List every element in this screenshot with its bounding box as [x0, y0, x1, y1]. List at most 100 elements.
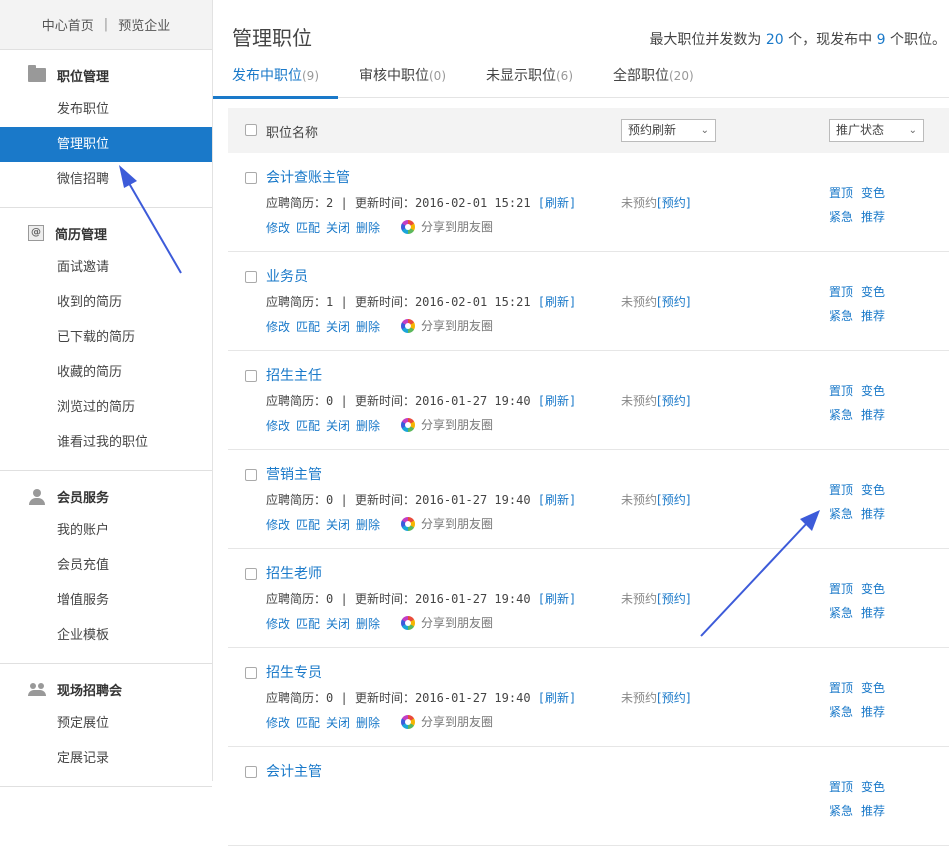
highlight-color-link[interactable]: 变色	[861, 582, 885, 596]
edit-link[interactable]: 修改	[266, 419, 290, 433]
highlight-color-link[interactable]: 变色	[861, 780, 885, 794]
recommend-link[interactable]: 推荐	[861, 804, 885, 818]
delete-link[interactable]: 删除	[356, 716, 380, 730]
close-link[interactable]: 关闭	[326, 320, 350, 334]
schedule-link[interactable]: [预约]	[657, 295, 690, 309]
urgent-link[interactable]: 紧急	[829, 804, 853, 818]
schedule-link[interactable]: [预约]	[657, 691, 690, 705]
recommend-link[interactable]: 推荐	[861, 309, 885, 323]
close-link[interactable]: 关闭	[326, 518, 350, 532]
promo-status-select[interactable]: 推广状态 ⌄	[829, 119, 924, 142]
refresh-schedule-select[interactable]: 预约刷新 ⌄	[621, 119, 716, 142]
close-link[interactable]: 关闭	[326, 617, 350, 631]
recommend-link[interactable]: 推荐	[861, 705, 885, 719]
pin-top-link[interactable]: 置顶	[829, 483, 853, 497]
refresh-link[interactable]: [刷新]	[538, 493, 576, 507]
job-title-link[interactable]: 招生主任	[266, 365, 322, 385]
recommend-link[interactable]: 推荐	[861, 507, 885, 521]
schedule-link[interactable]: [预约]	[657, 493, 690, 507]
urgent-link[interactable]: 紧急	[829, 210, 853, 224]
job-checkbox[interactable]	[245, 271, 257, 283]
share-moments-button[interactable]: 分享到朋友圈	[401, 416, 493, 433]
job-title-link[interactable]: 业务员	[266, 266, 308, 286]
pin-top-link[interactable]: 置顶	[829, 384, 853, 398]
sidebar-item-book-booth[interactable]: 预定展位	[0, 706, 212, 741]
schedule-link[interactable]: [预约]	[657, 394, 690, 408]
close-link[interactable]: 关闭	[326, 716, 350, 730]
pin-top-link[interactable]: 置顶	[829, 285, 853, 299]
delete-link[interactable]: 删除	[356, 419, 380, 433]
highlight-color-link[interactable]: 变色	[861, 681, 885, 695]
edit-link[interactable]: 修改	[266, 617, 290, 631]
refresh-link[interactable]: [刷新]	[538, 592, 576, 606]
sidebar-item-value-added[interactable]: 增值服务	[0, 583, 212, 618]
delete-link[interactable]: 删除	[356, 617, 380, 631]
sidebar-item-recharge[interactable]: 会员充值	[0, 548, 212, 583]
edit-link[interactable]: 修改	[266, 320, 290, 334]
job-checkbox[interactable]	[245, 469, 257, 481]
pin-top-link[interactable]: 置顶	[829, 186, 853, 200]
close-link[interactable]: 关闭	[326, 221, 350, 235]
select-all-checkbox[interactable]	[245, 124, 257, 136]
sidebar-item-my-account[interactable]: 我的账户	[0, 513, 212, 548]
match-link[interactable]: 匹配	[296, 320, 320, 334]
sidebar-item-templates[interactable]: 企业模板	[0, 618, 212, 653]
job-title-link[interactable]: 招生老师	[266, 563, 322, 583]
refresh-link[interactable]: [刷新]	[538, 295, 576, 309]
sidebar-item-who-viewed[interactable]: 谁看过我的职位	[0, 425, 212, 460]
sidebar-item-wechat-recruit[interactable]: 微信招聘	[0, 162, 212, 197]
match-link[interactable]: 匹配	[296, 419, 320, 433]
edit-link[interactable]: 修改	[266, 221, 290, 235]
pin-top-link[interactable]: 置顶	[829, 780, 853, 794]
pin-top-link[interactable]: 置顶	[829, 582, 853, 596]
tab-reviewing[interactable]: 审核中职位(0)	[359, 56, 446, 98]
urgent-link[interactable]: 紧急	[829, 507, 853, 521]
job-title-link[interactable]: 招生专员	[266, 662, 322, 682]
sidebar-item-booking-records[interactable]: 定展记录	[0, 741, 212, 776]
highlight-color-link[interactable]: 变色	[861, 186, 885, 200]
match-link[interactable]: 匹配	[296, 221, 320, 235]
sidebar-item-saved-resumes[interactable]: 收藏的简历	[0, 355, 212, 390]
sidebar-item-received-resumes[interactable]: 收到的简历	[0, 285, 212, 320]
urgent-link[interactable]: 紧急	[829, 309, 853, 323]
urgent-link[interactable]: 紧急	[829, 705, 853, 719]
job-checkbox[interactable]	[245, 667, 257, 679]
share-moments-button[interactable]: 分享到朋友圈	[401, 614, 493, 631]
share-moments-button[interactable]: 分享到朋友圈	[401, 713, 493, 730]
match-link[interactable]: 匹配	[296, 716, 320, 730]
refresh-link[interactable]: [刷新]	[538, 394, 576, 408]
sidebar-item-post-job[interactable]: 发布职位	[0, 92, 212, 127]
delete-link[interactable]: 删除	[356, 320, 380, 334]
tab-all[interactable]: 全部职位(20)	[613, 56, 694, 98]
refresh-link[interactable]: [刷新]	[538, 691, 576, 705]
tab-published[interactable]: 发布中职位(9)	[213, 56, 338, 99]
center-home-link[interactable]: 中心首页	[42, 15, 94, 34]
share-moments-button[interactable]: 分享到朋友圈	[401, 218, 493, 235]
job-checkbox[interactable]	[245, 172, 257, 184]
sidebar-item-viewed-resumes[interactable]: 浏览过的简历	[0, 390, 212, 425]
highlight-color-link[interactable]: 变色	[861, 285, 885, 299]
job-title-link[interactable]: 会计主管	[266, 761, 322, 781]
job-checkbox[interactable]	[245, 370, 257, 382]
schedule-link[interactable]: [预约]	[657, 592, 690, 606]
close-link[interactable]: 关闭	[326, 419, 350, 433]
delete-link[interactable]: 删除	[356, 221, 380, 235]
share-moments-button[interactable]: 分享到朋友圈	[401, 317, 493, 334]
preview-company-link[interactable]: 预览企业	[118, 15, 170, 34]
match-link[interactable]: 匹配	[296, 617, 320, 631]
match-link[interactable]: 匹配	[296, 518, 320, 532]
share-moments-button[interactable]: 分享到朋友圈	[401, 515, 493, 532]
recommend-link[interactable]: 推荐	[861, 210, 885, 224]
tab-hidden[interactable]: 未显示职位(6)	[486, 56, 573, 98]
edit-link[interactable]: 修改	[266, 716, 290, 730]
job-checkbox[interactable]	[245, 766, 257, 778]
job-title-link[interactable]: 营销主管	[266, 464, 322, 484]
delete-link[interactable]: 删除	[356, 518, 380, 532]
refresh-link[interactable]: [刷新]	[538, 196, 576, 210]
highlight-color-link[interactable]: 变色	[861, 384, 885, 398]
job-title-link[interactable]: 会计查账主管	[266, 167, 350, 187]
job-checkbox[interactable]	[245, 568, 257, 580]
edit-link[interactable]: 修改	[266, 518, 290, 532]
pin-top-link[interactable]: 置顶	[829, 681, 853, 695]
recommend-link[interactable]: 推荐	[861, 606, 885, 620]
